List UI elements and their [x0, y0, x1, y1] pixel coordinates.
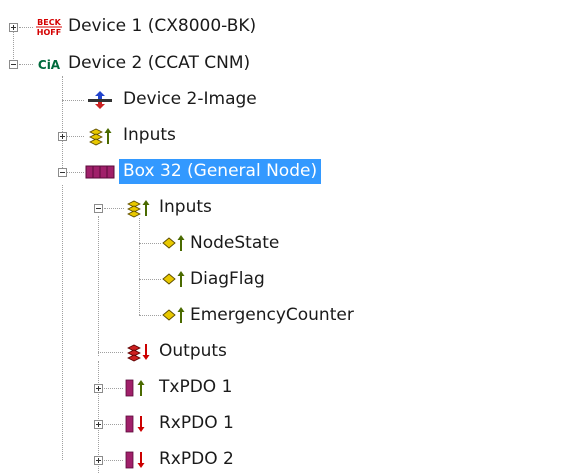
tree-item-rxpdo2[interactable]: RxPDO 2 [155, 447, 238, 472]
input-variable-icon [162, 269, 186, 289]
device-tree: BECK HOFF Device 1 (CX8000-BK) CiA Devic… [0, 0, 569, 473]
tree-item-diagflag[interactable]: DiagFlag [186, 267, 269, 292]
inputs-folder-icon [86, 126, 114, 146]
tree-line [19, 64, 33, 65]
tree-line [67, 136, 84, 137]
tree-line [104, 424, 123, 425]
tree-line [62, 185, 63, 460]
input-variable-icon [162, 233, 186, 253]
tree-item-device2-inputs[interactable]: Inputs [119, 123, 180, 148]
expand-toggle-rxpdo2[interactable] [94, 456, 103, 465]
tree-line [104, 460, 123, 461]
expand-toggle-device1[interactable] [9, 23, 18, 32]
tree-item-device2[interactable]: Device 2 (CCAT CNM) [64, 51, 254, 76]
collapse-toggle-device2[interactable] [9, 60, 18, 69]
txpdo-icon [124, 378, 148, 398]
image-icon [86, 90, 114, 110]
expand-toggle-txpdo1[interactable] [94, 384, 103, 393]
tree-item-device2-image[interactable]: Device 2-Image [119, 87, 261, 112]
collapse-toggle-box32-inputs[interactable] [94, 204, 103, 213]
outputs-folder-icon [124, 342, 152, 362]
collapse-toggle-box32[interactable] [58, 168, 67, 177]
svg-text:BECK: BECK [37, 18, 61, 27]
tree-line [104, 208, 124, 209]
tree-line [98, 352, 123, 353]
cia-logo-icon: CiA [34, 54, 64, 74]
tree-line [98, 216, 99, 356]
tree-line [19, 27, 33, 28]
tree-line [67, 172, 84, 173]
tree-item-nodestate[interactable]: NodeState [186, 231, 283, 256]
tree-line [139, 218, 140, 315]
tree-item-txpdo1[interactable]: TxPDO 1 [155, 375, 236, 400]
beckhoff-logo-icon: BECK HOFF [34, 17, 64, 37]
expand-toggle-device2-inputs[interactable] [58, 132, 67, 141]
svg-text:CiA: CiA [38, 58, 61, 72]
tree-item-device1[interactable]: Device 1 (CX8000-BK) [64, 14, 260, 39]
tree-item-outputs[interactable]: Outputs [155, 339, 231, 364]
tree-line [139, 243, 161, 244]
tree-item-emergencycounter[interactable]: EmergencyCounter [186, 303, 358, 328]
rxpdo-icon [124, 414, 148, 434]
tree-item-box32-inputs[interactable]: Inputs [155, 195, 216, 220]
svg-text:HOFF: HOFF [37, 28, 61, 37]
tree-line [139, 315, 161, 316]
tree-item-box32[interactable]: Box 32 (General Node) [119, 159, 322, 184]
tree-line [139, 279, 161, 280]
tree-line [62, 76, 63, 174]
tree-line [104, 388, 123, 389]
expand-toggle-rxpdo1[interactable] [94, 420, 103, 429]
tree-item-rxpdo1[interactable]: RxPDO 1 [155, 411, 238, 436]
input-variable-icon [162, 305, 186, 325]
tree-line [62, 100, 84, 101]
box-module-icon [85, 162, 115, 182]
inputs-folder-icon [124, 198, 152, 218]
rxpdo-icon [124, 450, 148, 470]
